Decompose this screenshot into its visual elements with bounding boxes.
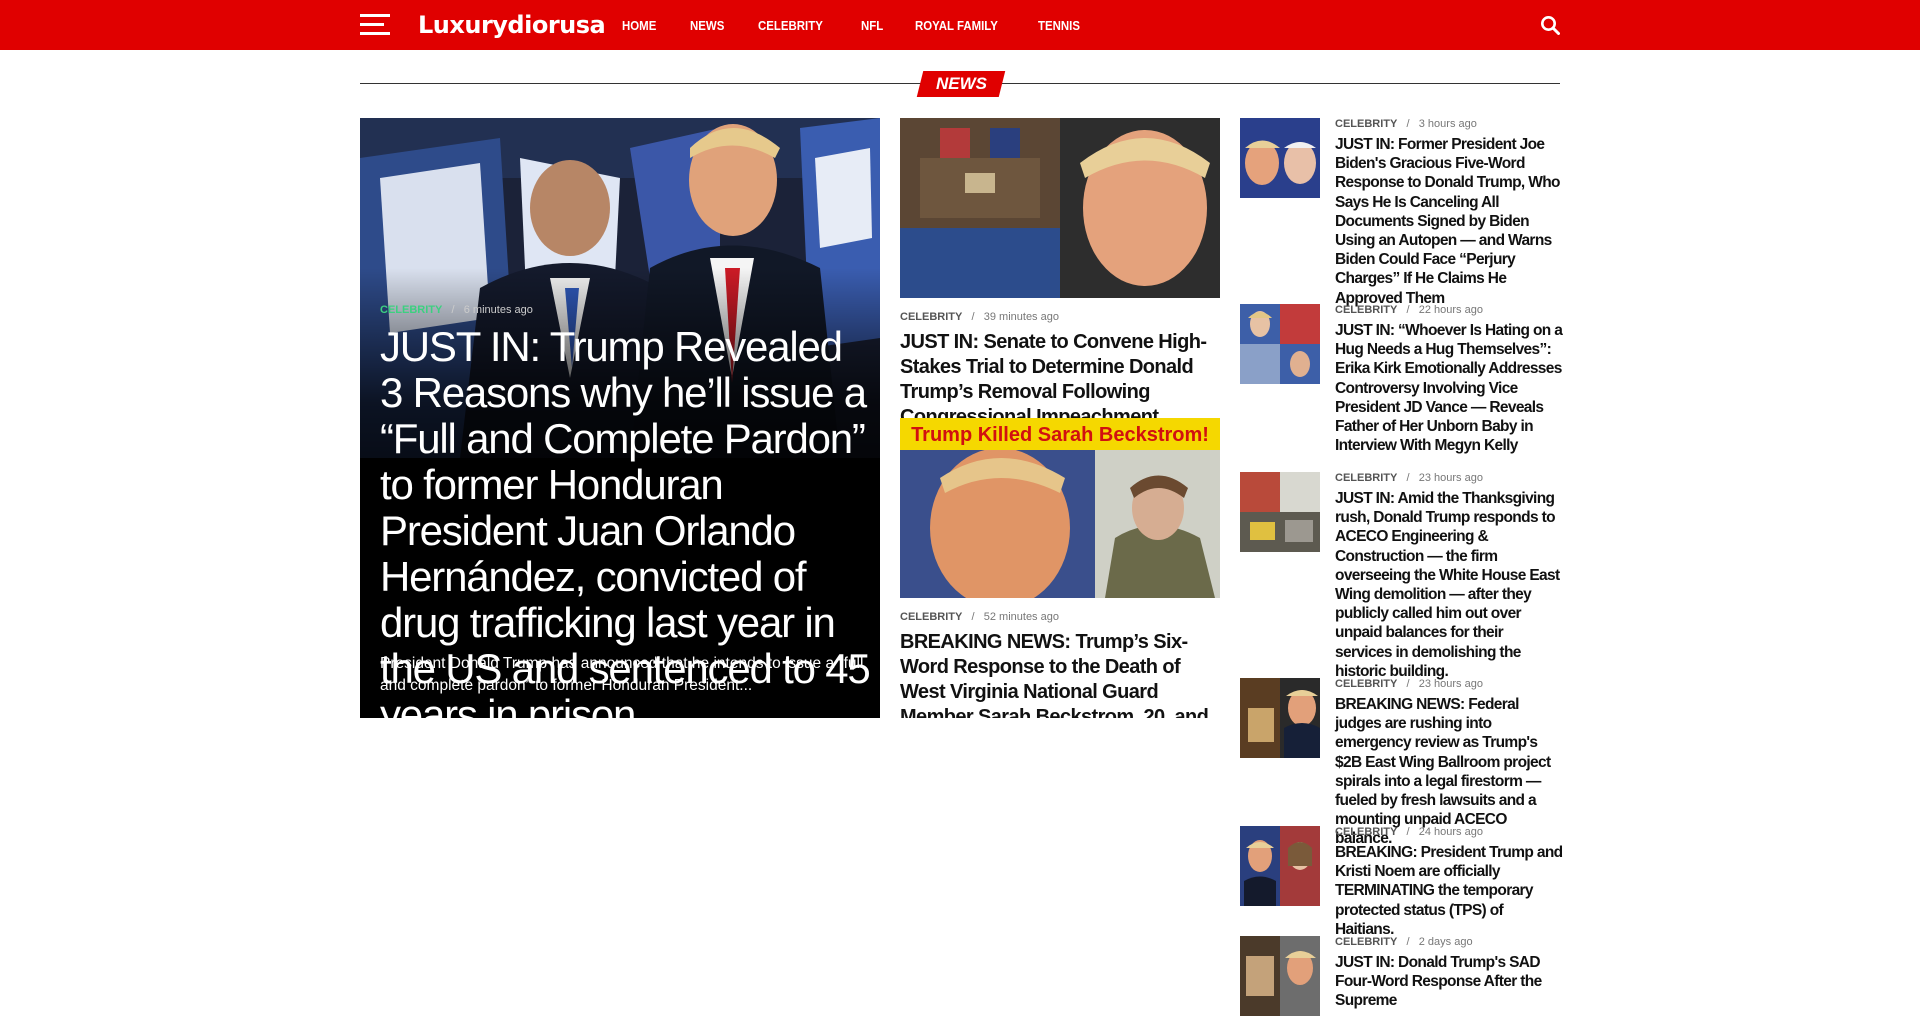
sidebar-thumbnail — [1240, 472, 1320, 552]
sidebar-thumbnail — [1240, 304, 1320, 384]
sidebar-title[interactable]: JUST IN: Former President Joe Biden's Gr… — [1335, 135, 1563, 308]
story-card[interactable]: CELEBRITY / 39 minutes ago JUST IN: Sena… — [900, 118, 1220, 418]
top-nav-bar: Luxurydiorusa HOME NEWS CELEBRITY NFL RO… — [0, 0, 1920, 50]
sidebar-time: 23 hours ago — [1418, 472, 1483, 484]
nav-tennis[interactable]: TENNIS — [1038, 18, 1080, 33]
story-image: Trump Killed Sarah Beckstrom! — [900, 418, 1220, 598]
main-nav: HOME NEWS CELEBRITY NFL ROYAL FAMILY TEN… — [622, 0, 1115, 50]
featured-meta: CELEBRITY / 6 minutes ago — [380, 304, 533, 316]
sidebar-thumbnail — [1240, 936, 1320, 1016]
nav-royal-family[interactable]: ROYAL FAMILY — [915, 18, 998, 33]
sidebar-category[interactable]: CELEBRITY — [1335, 826, 1397, 838]
nav-celebrity[interactable]: CELEBRITY — [758, 18, 823, 33]
nav-news[interactable]: NEWS — [690, 18, 724, 33]
sidebar-meta: CELEBRITY / 22 hours ago — [1335, 304, 1483, 316]
search-icon[interactable] — [1540, 15, 1560, 35]
sidebar-meta: CELEBRITY / 23 hours ago — [1335, 472, 1483, 484]
sidebar-time: 23 hours ago — [1418, 678, 1483, 690]
story-category[interactable]: CELEBRITY — [900, 311, 962, 323]
sidebar-thumbnail — [1240, 678, 1320, 758]
sidebar-title[interactable]: JUST IN: Donald Trump's SAD Four-Word Re… — [1335, 953, 1563, 1011]
story-image — [900, 118, 1220, 298]
sidebar-category[interactable]: CELEBRITY — [1335, 936, 1397, 948]
sidebar-meta: CELEBRITY / 2 days ago — [1335, 936, 1473, 948]
nav-nfl[interactable]: NFL — [861, 18, 883, 33]
story-time: 52 minutes ago — [983, 611, 1059, 623]
sidebar-category[interactable]: CELEBRITY — [1335, 678, 1397, 690]
sidebar-time: 2 days ago — [1418, 936, 1473, 948]
story-card[interactable]: Trump Killed Sarah Beckstrom! CELEBRITY … — [900, 418, 1220, 718]
story-category[interactable]: CELEBRITY — [900, 611, 962, 623]
sidebar-thumbnail — [1240, 118, 1320, 198]
nav-home[interactable]: HOME — [622, 18, 656, 33]
story-meta: CELEBRITY / 39 minutes ago — [900, 311, 1059, 323]
sidebar-time: 3 hours ago — [1418, 118, 1477, 130]
sidebar-time: 22 hours ago — [1418, 304, 1483, 316]
sidebar-meta: CELEBRITY / 3 hours ago — [1335, 118, 1477, 130]
sidebar-thumbnail — [1240, 826, 1320, 906]
menu-icon[interactable] — [360, 14, 390, 36]
featured-category[interactable]: CELEBRITY — [380, 304, 442, 316]
section-label: NEWS — [916, 71, 1006, 97]
sidebar-category[interactable]: CELEBRITY — [1335, 472, 1397, 484]
featured-time: 6 minutes ago — [463, 304, 533, 316]
sidebar-title[interactable]: BREAKING: President Trump and Kristi Noe… — [1335, 843, 1563, 939]
image-caption: Trump Killed Sarah Beckstrom! — [911, 424, 1209, 446]
sidebar-category[interactable]: CELEBRITY — [1335, 304, 1397, 316]
story-title[interactable]: BREAKING NEWS: Trump’s Six-Word Response… — [900, 630, 1220, 718]
story-title[interactable]: JUST IN: Senate to Convene High-Stakes T… — [900, 330, 1220, 418]
story-meta: CELEBRITY / 52 minutes ago — [900, 611, 1059, 623]
sidebar-title[interactable]: JUST IN: “Whoever Is Hating on a Hug Nee… — [1335, 321, 1563, 455]
story-time: 39 minutes ago — [983, 311, 1059, 323]
featured-story[interactable]: CELEBRITY / 6 minutes ago JUST IN: Trump… — [360, 118, 880, 718]
sidebar-meta: CELEBRITY / 24 hours ago — [1335, 826, 1483, 838]
sidebar-time: 24 hours ago — [1418, 826, 1483, 838]
sidebar-category[interactable]: CELEBRITY — [1335, 118, 1397, 130]
sidebar-meta: CELEBRITY / 23 hours ago — [1335, 678, 1483, 690]
sidebar-title[interactable]: JUST IN: Amid the Thanksgiving rush, Don… — [1335, 489, 1563, 681]
featured-excerpt: President Donald Trump has announced tha… — [380, 655, 864, 694]
site-logo[interactable]: Luxurydiorusa — [418, 9, 606, 41]
